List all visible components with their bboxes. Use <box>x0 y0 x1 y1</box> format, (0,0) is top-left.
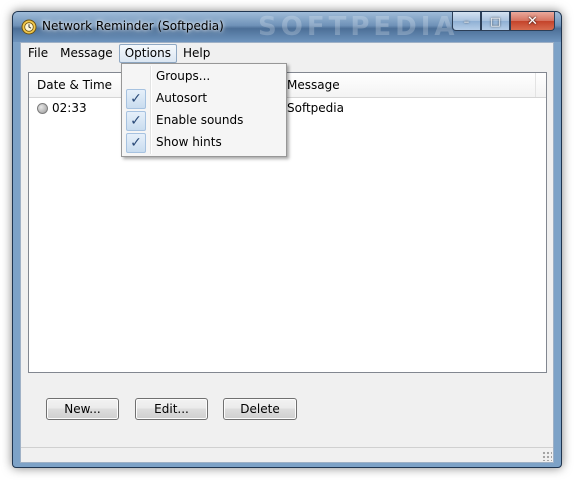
menu-message[interactable]: Message <box>54 44 119 63</box>
status-circle-icon <box>37 103 48 114</box>
app-window: SOFTPEDIA Network Reminder (Softpedia) –… <box>12 11 562 468</box>
menu-item-label: Show hints <box>156 135 222 149</box>
menu-help[interactable]: Help <box>177 44 216 63</box>
menu-item-label: Autosort <box>156 91 208 105</box>
title-bar[interactable]: SOFTPEDIA Network Reminder (Softpedia) –… <box>13 12 561 42</box>
checkmark-icon: ✓ <box>126 111 146 131</box>
reminder-list[interactable]: Date & Time Message 02:33 Softpedia <box>28 72 547 373</box>
window-title: Network Reminder (Softpedia) <box>42 19 224 33</box>
menu-item-label: Enable sounds <box>156 113 244 127</box>
close-icon: ✕ <box>527 13 538 29</box>
maximize-icon: □ <box>490 14 501 28</box>
menu-item-autosort[interactable]: ✓ Autosort <box>124 88 284 110</box>
menu-item-label: Groups... <box>156 69 211 83</box>
reminder-app-icon <box>21 19 37 35</box>
menu-file[interactable]: File <box>22 44 54 63</box>
status-bar <box>21 447 553 462</box>
row-message: Softpedia <box>287 101 344 115</box>
menu-bar: File Message Options Help <box>21 43 553 63</box>
client-area: File Message Options Help Date & Time Me… <box>20 42 554 463</box>
options-dropdown-menu: Groups... ✓ Autosort ✓ Enable sounds ✓ S… <box>121 63 287 157</box>
caption-buttons: – □ ✕ <box>452 12 555 32</box>
checkmark-icon: ✓ <box>126 133 146 153</box>
menu-options[interactable]: Options <box>118 43 177 63</box>
new-button[interactable]: New... <box>46 398 119 420</box>
maximize-button[interactable]: □ <box>481 12 510 31</box>
checkmark-icon: ✓ <box>126 89 146 109</box>
minimize-button[interactable]: – <box>452 12 481 31</box>
resize-grip-icon[interactable] <box>542 451 552 461</box>
close-button[interactable]: ✕ <box>510 12 555 31</box>
minimize-icon: – <box>463 14 470 28</box>
row-time: 02:33 <box>52 101 87 115</box>
menu-item-show-hints[interactable]: ✓ Show hints <box>124 132 284 154</box>
watermark: SOFTPEDIA <box>258 12 459 42</box>
edit-button[interactable]: Edit... <box>135 398 208 420</box>
column-message[interactable]: Message <box>279 73 536 97</box>
menu-item-groups[interactable]: Groups... <box>124 66 284 88</box>
delete-button[interactable]: Delete <box>223 398 297 420</box>
list-header: Date & Time Message <box>29 73 546 98</box>
menu-item-enable-sounds[interactable]: ✓ Enable sounds <box>124 110 284 132</box>
